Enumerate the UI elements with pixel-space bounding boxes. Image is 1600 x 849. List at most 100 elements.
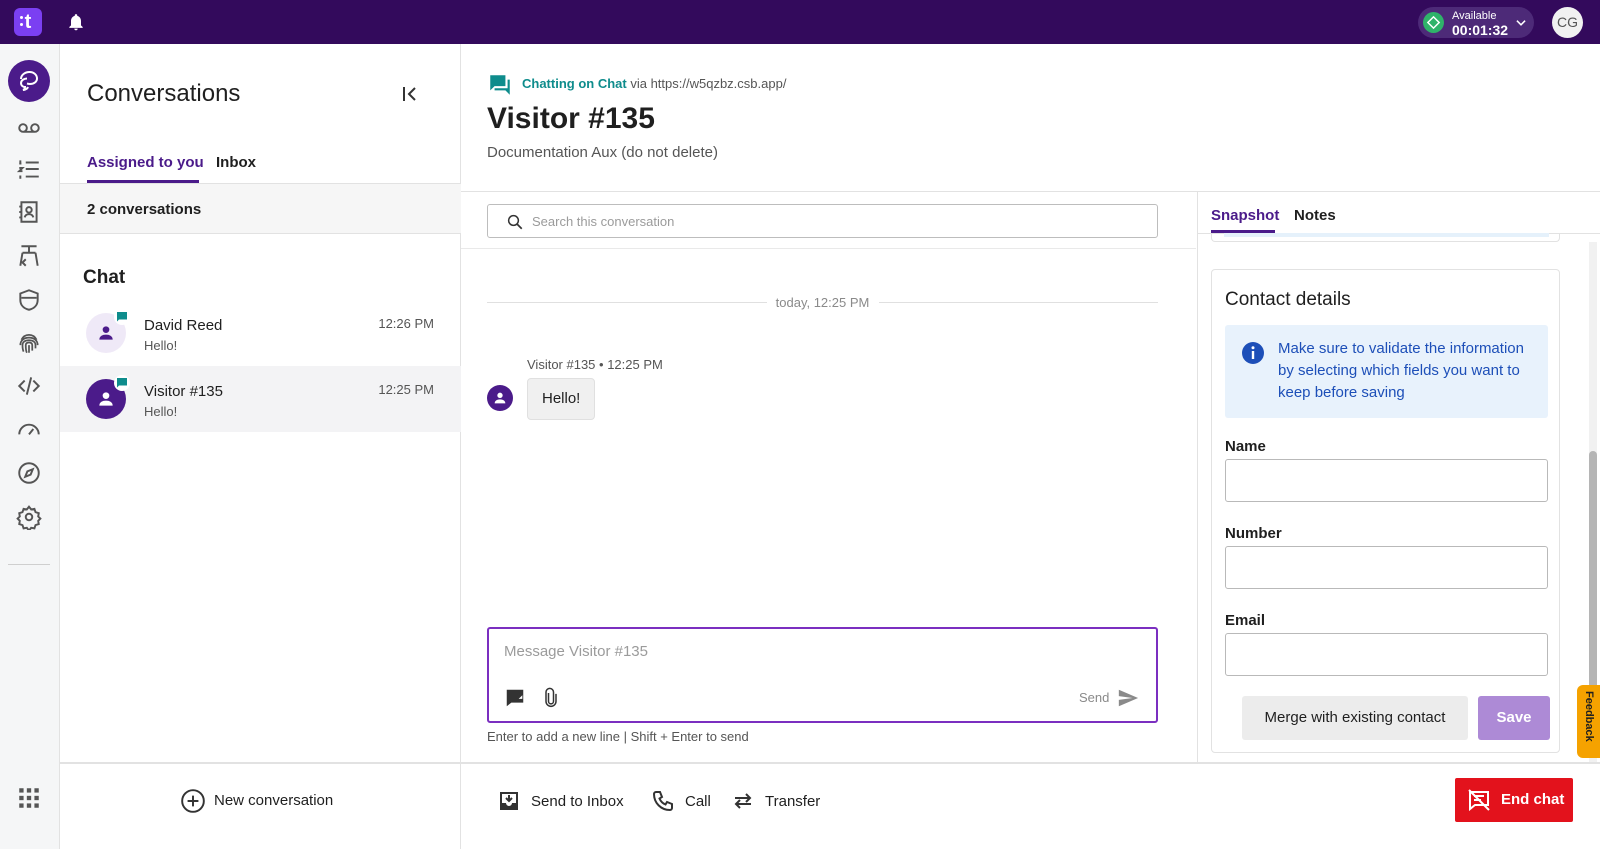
tab-notes[interactable]: Notes <box>1294 207 1336 224</box>
chat-badge <box>114 375 130 391</box>
previous-card <box>1211 233 1560 242</box>
tab-assigned-to-you[interactable]: Assigned to you <box>87 154 204 171</box>
nav-rail <box>0 44 60 849</box>
search-divider <box>461 248 1196 249</box>
save-button[interactable]: Save <box>1478 696 1550 740</box>
send-label[interactable]: Send <box>1079 690 1109 705</box>
phone-icon <box>652 791 673 812</box>
feedback-tab[interactable]: Feedback <box>1577 685 1600 758</box>
gear-icon <box>16 505 42 533</box>
send-to-inbox-label: Send to Inbox <box>531 793 624 810</box>
rail-item-contacts[interactable] <box>16 199 42 225</box>
contacts-icon <box>19 201 38 223</box>
speedometer-icon <box>18 423 40 436</box>
routing-icon <box>19 245 39 267</box>
chevron-down-icon <box>1514 16 1528 35</box>
avatar <box>487 385 513 411</box>
chat-main: Chatting on Chat via https://w5qzbz.csb.… <box>461 44 1600 849</box>
info-banner: Make sure to validate the information by… <box>1225 325 1548 418</box>
tab-inbox[interactable]: Inbox <box>216 154 256 171</box>
email-field[interactable] <box>1225 633 1548 676</box>
name-label: Name <box>1225 438 1266 455</box>
message-bubble: Hello! <box>527 378 596 420</box>
conversations-footer: New conversation <box>60 762 461 849</box>
rail-item-dashboard[interactable] <box>16 416 42 442</box>
search-icon <box>507 214 523 230</box>
tab-snapshot[interactable]: Snapshot <box>1211 207 1279 224</box>
info-icon <box>1242 342 1264 364</box>
app-logo[interactable]: t <box>14 8 42 36</box>
collapse-panel-icon[interactable] <box>398 82 422 106</box>
merge-contact-button[interactable]: Merge with existing contact <box>1242 696 1468 740</box>
info-text: Make sure to validate the information by… <box>1278 340 1524 401</box>
voicemail-icon <box>18 123 40 133</box>
status-timer: 00:01:32 <box>1452 22 1509 38</box>
conversation-item[interactable]: David Reed Hello! 12:26 PM <box>60 300 461 366</box>
message-input[interactable] <box>504 643 1134 667</box>
fingerprint-icon <box>19 334 39 354</box>
chat-actions-bar: Send to Inbox Call Transfer End chat <box>461 762 1600 849</box>
rail-item-biometrics[interactable] <box>16 330 42 356</box>
rail-item-voicemail[interactable] <box>16 115 42 141</box>
rail-item-security[interactable] <box>16 287 42 313</box>
add-circle-icon <box>181 789 205 813</box>
conversation-time: 12:26 PM <box>378 316 434 331</box>
canned-response-icon[interactable] <box>504 687 526 714</box>
channel-info: Chatting on Chat via https://w5qzbz.csb.… <box>522 76 786 91</box>
transfer-icon <box>734 793 752 809</box>
code-icon <box>17 377 41 395</box>
new-conversation-label: New conversation <box>214 792 334 809</box>
available-status-icon <box>1423 12 1444 33</box>
contact-details-card: Contact details Make sure to validate th… <box>1211 269 1560 753</box>
feedback-label: Feedback <box>1583 691 1595 742</box>
conversation-item-selected[interactable]: Visitor #135 Hello! 12:25 PM <box>60 366 461 432</box>
name-field[interactable] <box>1225 459 1548 502</box>
conversation-search[interactable] <box>487 204 1158 238</box>
inbox-icon <box>500 792 518 810</box>
compass-icon <box>18 462 40 484</box>
queue-name: Documentation Aux (do not delete) <box>487 144 718 161</box>
conversation-preview: Hello! <box>144 338 178 353</box>
conversation-preview: Hello! <box>144 404 178 419</box>
paperclip-icon[interactable] <box>541 687 561 714</box>
chat-bubble-icon <box>117 312 127 322</box>
status-label: Available <box>1452 10 1497 22</box>
send-icon[interactable] <box>1117 687 1139 714</box>
rail-item-conversations[interactable] <box>8 60 50 102</box>
call-label: Call <box>685 793 711 810</box>
section-heading-chat: Chat <box>83 267 126 288</box>
chat-badge <box>114 309 130 325</box>
card-title: Contact details <box>1225 289 1351 310</box>
visitor-title: Visitor #135 <box>487 102 655 135</box>
bell-icon[interactable] <box>66 12 86 32</box>
user-avatar[interactable]: CG <box>1552 7 1583 38</box>
rail-item-apps[interactable] <box>16 785 42 811</box>
conversations-panel: Conversations Assigned to you Inbox 2 co… <box>60 44 461 849</box>
number-label: Number <box>1225 525 1282 542</box>
message-meta: Visitor #135 • 12:25 PM <box>527 357 663 372</box>
end-chat-button[interactable]: End chat <box>1455 778 1573 822</box>
rail-item-developer[interactable] <box>16 373 42 399</box>
conversation-name: Visitor #135 <box>144 383 223 400</box>
channel-source: via https://w5qzbz.csb.app/ <box>630 76 787 91</box>
search-input[interactable] <box>532 211 1132 231</box>
logo-text: t <box>24 11 32 33</box>
apps-grid-icon <box>19 788 39 808</box>
conversation-name: David Reed <box>144 317 223 334</box>
conversations-icon <box>19 70 39 91</box>
conversation-count: 2 conversations <box>87 201 202 218</box>
rail-item-queues[interactable] <box>16 156 42 182</box>
chat-channel-icon <box>487 72 513 103</box>
rail-item-settings[interactable] <box>16 504 42 533</box>
end-chat-icon <box>1468 789 1490 812</box>
list-icon <box>16 160 39 179</box>
email-label: Email <box>1225 612 1266 629</box>
transfer-label: Transfer <box>765 793 821 810</box>
chat-bubble-icon <box>117 378 127 388</box>
person-icon <box>99 392 113 406</box>
rail-item-explore[interactable] <box>16 460 42 486</box>
availability-status-button[interactable]: Available 00:01:32 <box>1418 7 1534 38</box>
number-field[interactable] <box>1225 546 1548 589</box>
rail-item-routing[interactable] <box>16 243 42 269</box>
end-chat-label: End chat <box>1501 791 1565 808</box>
